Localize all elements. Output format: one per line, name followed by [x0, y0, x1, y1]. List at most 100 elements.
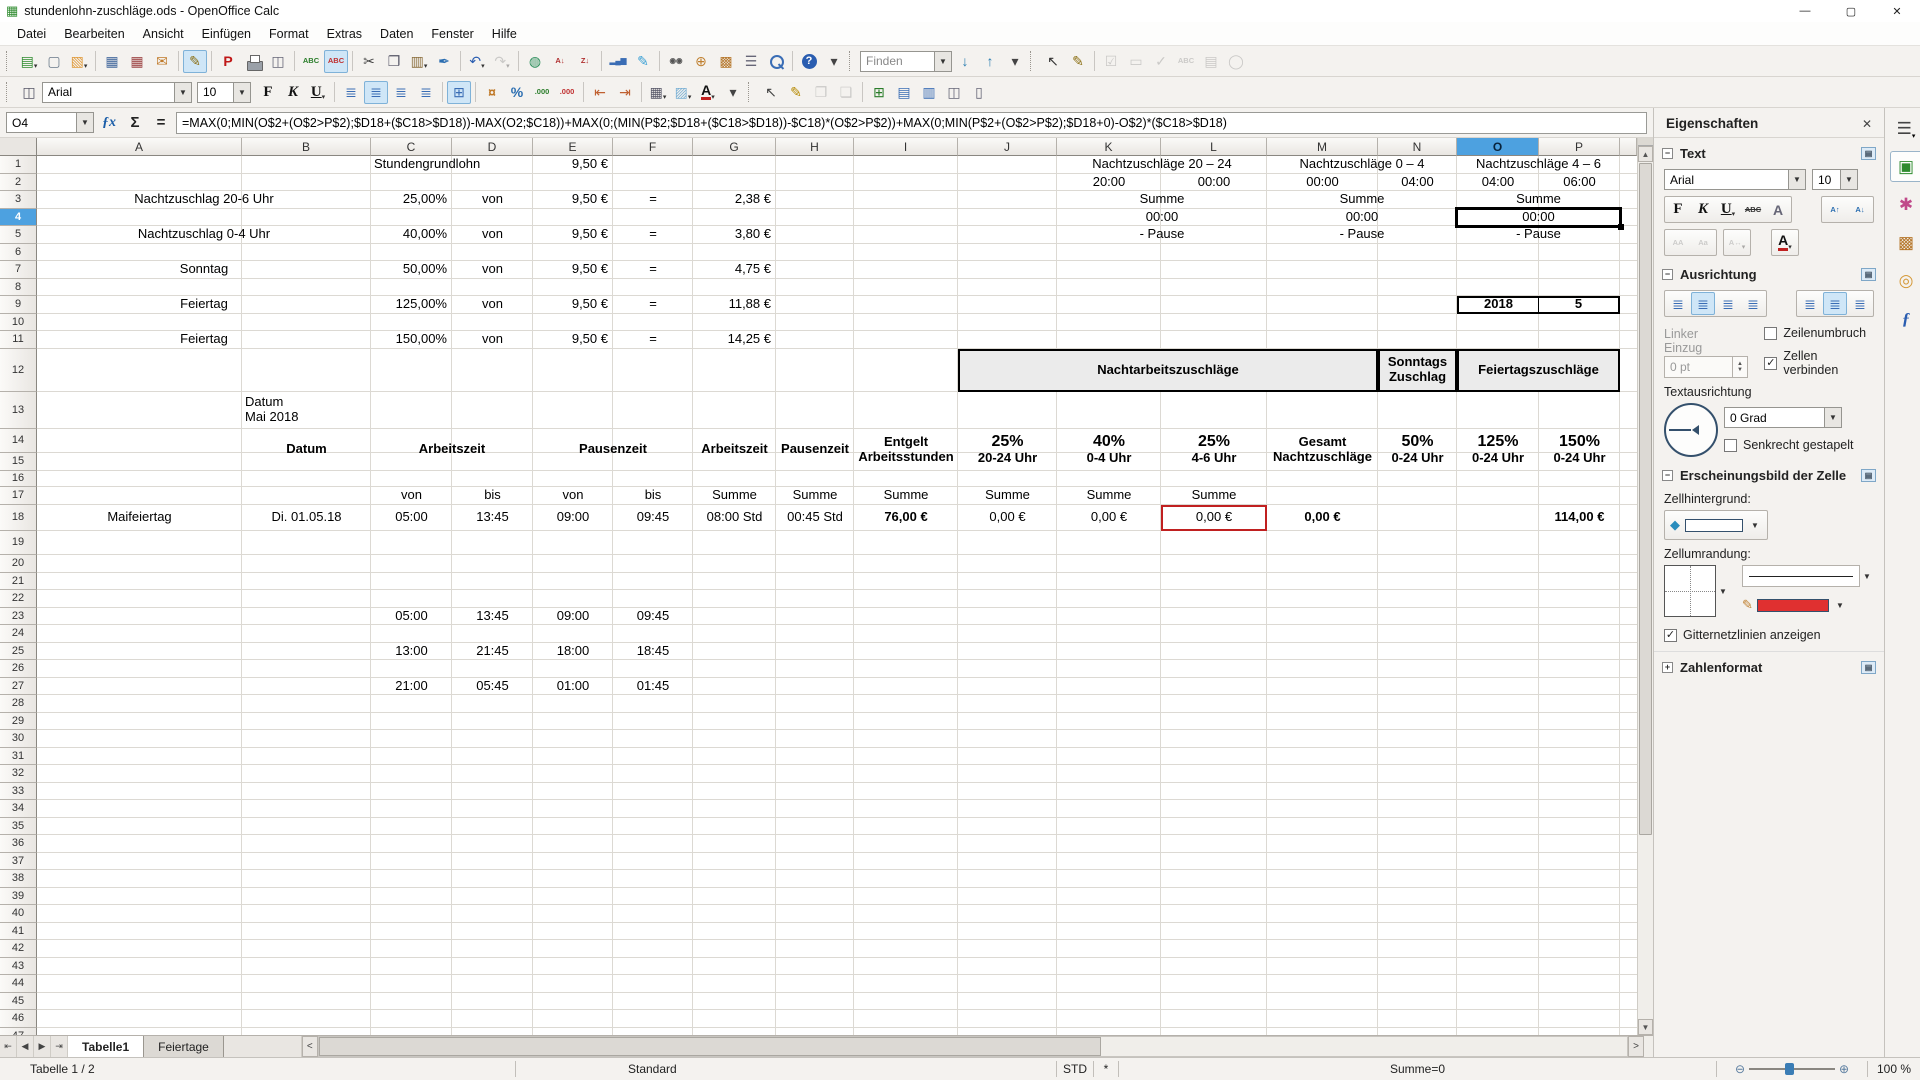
row-header-23[interactable]: 23 — [0, 608, 37, 626]
gallery-tab-icon[interactable]: ▩ — [1890, 227, 1920, 258]
add-decimal-icon[interactable]: .000 — [530, 81, 554, 104]
maximize-button[interactable]: ▢ — [1828, 0, 1874, 22]
cell-G9[interactable]: 11,88 € — [693, 296, 776, 314]
row-header-47[interactable]: 47 — [0, 1028, 37, 1036]
gallery-icon[interactable]: ▩ — [714, 50, 738, 73]
cell-J17[interactable]: Summe — [958, 487, 1057, 505]
toolbar-grip[interactable] — [6, 51, 12, 71]
findbar-overflow-icon[interactable]: ▾ — [1003, 50, 1027, 73]
cell-C25[interactable]: 13:00 — [371, 643, 452, 661]
row-header-38[interactable]: 38 — [0, 870, 37, 888]
row-header-33[interactable]: 33 — [0, 783, 37, 801]
chevron-down-icon[interactable]: ▼ — [934, 52, 951, 71]
align-justified-icon[interactable]: ≣ — [1741, 292, 1765, 315]
scroll-left-icon[interactable]: < — [302, 1036, 318, 1057]
chevron-down-icon[interactable]: ▼ — [1860, 565, 1874, 587]
italic-icon[interactable]: K — [1691, 198, 1715, 221]
cell-D18[interactable]: 13:45 — [452, 505, 533, 531]
name-box[interactable]: O4 ▼ — [6, 112, 94, 133]
selection-mode[interactable]: STD — [1057, 1058, 1093, 1080]
cell-E7[interactable]: 9,50 € — [533, 261, 613, 279]
cell-G3[interactable]: 2,38 € — [693, 191, 776, 209]
dropdown-arrow-icon[interactable]: ▾ — [688, 93, 692, 103]
functions-tab-icon[interactable]: ƒ — [1890, 303, 1920, 334]
cell-B9[interactable]: Feiertag — [37, 296, 371, 314]
edit-points-icon[interactable]: ↖ — [759, 81, 783, 104]
cell-F25[interactable]: 18:45 — [613, 643, 693, 661]
row-header-5[interactable]: 5 — [0, 226, 37, 244]
background-color-icon[interactable]: ▨▾ — [671, 81, 695, 104]
freeze-panes-icon[interactable]: ▯ — [967, 81, 991, 104]
cell-F18[interactable]: 09:45 — [613, 505, 693, 531]
next-sheet-button[interactable]: ▶ — [34, 1036, 51, 1057]
section-header-text[interactable]: − Text ▤ — [1654, 138, 1884, 166]
chevron-down-icon[interactable]: ▼ — [1824, 408, 1841, 427]
row-header-24[interactable]: 24 — [0, 625, 37, 643]
design-mode-pencil-icon[interactable]: ✎ — [784, 81, 808, 104]
toolbar-grip[interactable] — [6, 82, 12, 102]
cell-D27[interactable]: 05:45 — [452, 678, 533, 696]
cell-F5[interactable]: = — [613, 226, 693, 244]
chevron-down-icon[interactable]: ▼ — [1840, 170, 1857, 189]
cell-G7[interactable]: 4,75 € — [693, 261, 776, 279]
navigator-icon[interactable]: ⊕ — [689, 50, 713, 73]
data-sources-icon[interactable]: ☰ — [739, 50, 763, 73]
cell-K4[interactable]: 00:00 — [1057, 209, 1267, 227]
row-header-8[interactable]: 8 — [0, 279, 37, 297]
cell-B7[interactable]: Sonntag — [37, 261, 371, 279]
dropdown-arrow-icon[interactable]: ▾ — [34, 62, 38, 72]
function-wizard-icon[interactable]: ƒx — [98, 112, 120, 134]
column-header-O[interactable]: O — [1457, 138, 1539, 156]
chevron-down-icon[interactable]: ▼ — [174, 83, 191, 102]
chevron-down-icon[interactable]: ▼ — [76, 113, 93, 132]
row-header-22[interactable]: 22 — [0, 590, 37, 608]
align-justified-icon[interactable]: ≣ — [414, 81, 438, 104]
dropdown-arrow-icon[interactable]: ▾ — [711, 93, 715, 103]
cell-F9[interactable]: = — [613, 296, 693, 314]
minimize-button[interactable]: — — [1782, 0, 1828, 22]
cell-C3[interactable]: 25,00% — [371, 191, 452, 209]
horizontal-scrollbar[interactable] — [318, 1036, 1628, 1057]
cell-O4[interactable]: 00:00 — [1457, 209, 1620, 227]
stepper-arrows-icon[interactable]: ▲▼ — [1732, 357, 1747, 377]
cell-L18[interactable]: 0,00 € — [1161, 505, 1267, 531]
chevron-down-icon[interactable]: ▼ — [1833, 594, 1847, 616]
menu-item-bearbeiten[interactable]: Bearbeiten — [55, 24, 133, 44]
sidebar-font-name-combobox[interactable]: Arial ▼ — [1664, 169, 1806, 190]
row-header-15[interactable]: 15 — [0, 453, 37, 471]
cell-D7[interactable]: von — [452, 261, 533, 279]
cell-K17[interactable]: Summe — [1057, 487, 1161, 505]
cell-E25[interactable]: 18:00 — [533, 643, 613, 661]
cell-O5[interactable]: - Pause — [1457, 226, 1620, 244]
row-header-12[interactable]: 12 — [0, 349, 37, 392]
toolbar-grip[interactable] — [849, 51, 855, 71]
print-icon[interactable] — [241, 50, 265, 73]
cell-C18[interactable]: 05:00 — [371, 505, 452, 531]
borders-icon[interactable]: ▦▾ — [646, 81, 670, 104]
column-header-C[interactable]: C — [371, 138, 452, 156]
save-icon[interactable]: ▦ — [100, 50, 124, 73]
paste-icon[interactable]: ▥▾ — [407, 50, 431, 73]
font-color-icon[interactable]: A▾ — [696, 81, 720, 104]
align-left-icon[interactable]: ≣ — [339, 81, 363, 104]
menu-item-daten[interactable]: Daten — [371, 24, 422, 44]
new-document-icon[interactable]: ▤▾ — [17, 50, 41, 73]
cell-D3[interactable]: von — [452, 191, 533, 209]
column-header-A[interactable]: A — [37, 138, 242, 156]
dropdown-arrow-icon[interactable]: ▾ — [663, 93, 667, 103]
cell-M3[interactable]: Summe — [1267, 191, 1457, 209]
sum-icon[interactable]: Σ — [124, 112, 146, 134]
row-header-45[interactable]: 45 — [0, 993, 37, 1011]
dropdown-arrow-icon[interactable]: ▾ — [481, 62, 485, 72]
cell-K14[interactable]: 40%0-4 Uhr — [1057, 429, 1161, 471]
font-size-combobox[interactable]: 10 ▼ — [197, 82, 251, 103]
styles-tab-icon[interactable]: ✱ — [1890, 189, 1920, 220]
row-header-32[interactable]: 32 — [0, 765, 37, 783]
sidebar-toggle-icon[interactable]: ◫ — [17, 81, 41, 104]
row-header-30[interactable]: 30 — [0, 730, 37, 748]
cell-F3[interactable]: = — [613, 191, 693, 209]
chevron-down-icon[interactable]: ▼ — [1748, 514, 1762, 536]
last-sheet-button[interactable]: ⇥ — [51, 1036, 68, 1057]
draw-functions-icon[interactable]: ✎ — [631, 50, 655, 73]
row-header-36[interactable]: 36 — [0, 835, 37, 853]
